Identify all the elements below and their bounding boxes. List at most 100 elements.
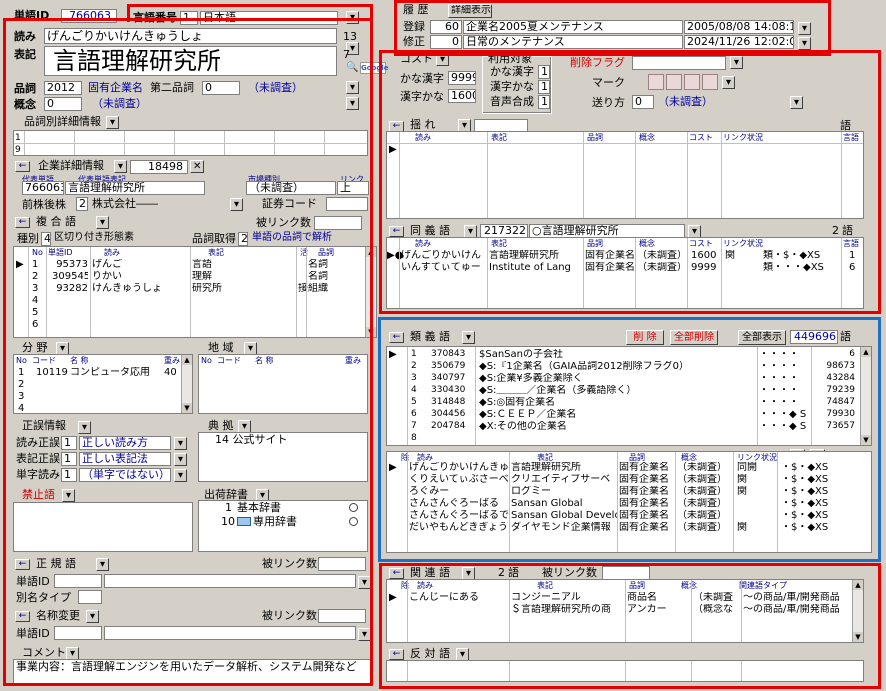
ruigi-row[interactable]: 8: [387, 433, 871, 444]
zengo-dropdown[interactable]: ▾: [230, 198, 243, 211]
compound-dropdown[interactable]: ▾: [96, 216, 109, 229]
ruigi-sub-row[interactable]: さんさんぐろーばるで Sansan Global Develop 固有企業名 （未調査…: [387, 510, 871, 521]
hyoki-input[interactable]: 言語理解研究所: [44, 46, 337, 76]
riyou-value-3[interactable]: 1: [538, 95, 550, 109]
compound-row[interactable]: 2 309545 りかい 理解 名詞: [14, 271, 376, 282]
ruigi-row[interactable]: 4 330430 ◆S:＿＿＿／企業名（多義語除く） ・・・・ 79239: [387, 385, 871, 396]
company-close-button[interactable]: ✕: [190, 160, 205, 173]
doudou-back-arrow[interactable]: ←: [389, 226, 404, 237]
ruigi-sub-row[interactable]: ▶ げんごりかいけんきゅ 言語理解研究所 固有企業名 （未調査） 同開 ・$・◆XS: [387, 462, 871, 473]
shukka-radio-2[interactable]: [349, 517, 358, 526]
history-detail-button[interactable]: 詳細表示: [448, 4, 492, 18]
compound-row[interactable]: 4: [14, 295, 376, 306]
ruigi-row[interactable]: 6 304456 ◆S:ＣＥＥＰ／企業名 ・・・◆ S 79930: [387, 409, 871, 420]
ruigi-sub-row[interactable]: ろぐみー ログミー 固有企業名 （未調査）関・$・◆XS: [387, 486, 871, 497]
shukka-list[interactable]: 1 基本辞書 10 専用辞書: [198, 500, 368, 552]
meisho-id-field[interactable]: [54, 626, 102, 640]
ruigi-show-all-button[interactable]: 全部表示: [738, 330, 786, 345]
ruigi-scrollbar[interactable]: ▲ ▼: [860, 347, 871, 445]
ruigi-row[interactable]: 2 350679 ◆S:『1企業名（GAIA品詞2012削除フラグ0） ・・・・ 986…: [387, 361, 871, 372]
cost-dropdown-button[interactable]: ▾: [436, 53, 449, 66]
yomi-seigo-dropdown[interactable]: ▾: [174, 437, 187, 450]
compound-row[interactable]: 3 93282 けんきゅうしょ 研究所接組織: [14, 283, 376, 294]
compound-row[interactable]: ▶ 1 95373 げんご 言語 名詞: [14, 259, 376, 270]
hyoki-seigo-num[interactable]: 1: [61, 452, 77, 466]
compound-row[interactable]: 6: [14, 319, 376, 330]
chiiki-grid[interactable]: No コード 名 称 重み: [198, 354, 368, 414]
doudou-row[interactable]: ▶● げんごりかいけん 言語理解研究所 固有企業名 （未調査） 1600 関類・$・◆XS 1: [387, 250, 863, 261]
mark-box-1[interactable]: [648, 74, 664, 90]
hinshi-detail-grid[interactable]: 1 9: [13, 130, 368, 156]
yomi-seigo-num[interactable]: 1: [61, 436, 77, 450]
mark-box-4[interactable]: [702, 74, 718, 90]
doudou-row[interactable]: いんすてぃてゅー Institute of Lang 固有企業名 （未調査） 9999 類…: [387, 262, 863, 273]
lang-num-field[interactable]: 1: [180, 11, 198, 25]
google-search-icon[interactable]: Google: [360, 62, 389, 74]
bunya-row[interactable]: 2: [14, 379, 192, 390]
compound-hinshi-num[interactable]: 2: [238, 232, 248, 246]
gainen-dropdown-button[interactable]: ▾: [346, 97, 359, 110]
history-dropdown-2[interactable]: ▾: [798, 37, 811, 50]
shukka-radio-1[interactable]: [349, 503, 358, 512]
comment-textarea[interactable]: 事業内容：言語理解エンジンを用いたデータ解析、システム開発など: [13, 659, 371, 685]
okuri-dropdown[interactable]: ▾: [790, 96, 803, 109]
meisho-name-dropdown[interactable]: ▾: [358, 628, 371, 641]
word-id-field[interactable]: 766063: [61, 9, 117, 23]
kanren-back-arrow[interactable]: ←: [389, 568, 404, 579]
hantai-back-arrow[interactable]: ←: [389, 649, 404, 660]
sakujo-flag-field[interactable]: [632, 56, 726, 70]
seikigo-id-field[interactable]: [54, 574, 102, 588]
ruigi-dropdown[interactable]: ▾: [462, 331, 475, 344]
ruigi-grid[interactable]: ▶ 1 370843 $SanSanの子会社 ・・・・ 6 2 350679 ◆S:『1企業名…: [386, 346, 872, 446]
kanji-kana-cost[interactable]: 1600: [448, 89, 476, 103]
riyou-value-1[interactable]: 1: [538, 65, 550, 79]
history-dropdown-1[interactable]: ▾: [798, 22, 811, 35]
hinshi-detail-dropdown[interactable]: ▾: [106, 116, 119, 129]
seikigo-back-arrow[interactable]: ←: [15, 559, 30, 570]
ruigi-delete-button[interactable]: 削 除: [626, 330, 664, 345]
ruigi-delete-all-button[interactable]: 全部削除: [670, 330, 718, 345]
hinshi-num-field[interactable]: 2012: [44, 81, 82, 95]
lang-dropdown-button[interactable]: ▾: [346, 11, 359, 24]
bunya-row[interactable]: 3: [14, 391, 192, 402]
second-hinshi-num-field[interactable]: 0: [202, 81, 240, 95]
kana-kanji-cost[interactable]: 9999: [448, 71, 476, 85]
ruigi-sub-row[interactable]: だいやもんどきぎょう ダイヤモンド企業情報 固有企業名 （未調査）関・$・◆XS: [387, 522, 871, 533]
seikigo-dropdown[interactable]: ▾: [96, 558, 109, 571]
ruigi-row[interactable]: ▶ 1 370843 $SanSanの子会社 ・・・・ 6: [387, 349, 871, 360]
ruigi-row[interactable]: 5 314848 ◆S:◎固有企業名 ・・・・ 74847: [387, 397, 871, 408]
magnifier-icon[interactable]: 🔍: [346, 62, 358, 74]
compound-kind-num[interactable]: 4: [41, 232, 51, 246]
mark-box-2[interactable]: [666, 74, 682, 90]
tanji-yomi-num[interactable]: 1: [61, 468, 77, 482]
bunya-scrollbar[interactable]: ▲ ▼: [181, 355, 192, 413]
company-dropdown[interactable]: ▾: [114, 160, 127, 173]
ruigi-back-arrow[interactable]: ←: [389, 332, 404, 343]
gainen-num-field[interactable]: 0: [44, 97, 82, 111]
securities-code-field[interactable]: [326, 197, 368, 211]
ruigi-row[interactable]: 7 204784 ◆X:その他の企業名 ・・・◆ S 73657: [387, 421, 871, 432]
compound-grid[interactable]: No 単語ID 読み 表記 活 品詞 ▶ 1 95373 げんご 言語 名詞 2 30954…: [13, 246, 377, 338]
meisho-dropdown[interactable]: ▾: [86, 610, 99, 623]
bunya-row[interactable]: 4: [14, 403, 192, 413]
riyou-value-2[interactable]: 1: [538, 80, 550, 94]
yomi-input[interactable]: げんごりかいけんきゅうしょ: [44, 28, 337, 44]
doudou-grid[interactable]: 読み 表記 品詞 概念 コスト リンク状況 言語 ▶● げんごりかいけん 言語理解研…: [386, 237, 864, 309]
hantai-grid[interactable]: [386, 660, 864, 682]
hyoki-seigo-dropdown[interactable]: ▾: [174, 453, 187, 466]
kanren-scrollbar[interactable]: ▲ ▼: [852, 580, 863, 642]
ruigi-row[interactable]: 3 340797 ◆S:企業¥多義企業除く ・・・・ 43284: [387, 373, 871, 384]
okuri-num-field[interactable]: 0: [632, 95, 654, 109]
kinshi-dropdown[interactable]: ▾: [62, 489, 75, 502]
ruigi-sub-grid[interactable]: 除 読み 表記 品詞 概念 リンク状況 ▶ げんごりかいけんきゅ 言語理解研究所 固有…: [386, 451, 872, 553]
tanji-yomi-dropdown[interactable]: ▾: [174, 469, 187, 482]
compound-row[interactable]: 5: [14, 307, 376, 318]
compound-scrollbar[interactable]: ▲ ▼: [365, 247, 376, 337]
seikigo-name-dropdown[interactable]: ▾: [358, 576, 371, 589]
kinshi-list[interactable]: [13, 502, 193, 552]
tenkyo-list[interactable]: 14 公式サイト: [198, 432, 368, 482]
seikai-dropdown[interactable]: ▾: [78, 421, 91, 434]
yure-grid[interactable]: 読み 表記 品詞 概念 コスト リンク状況 言語 ▶: [386, 131, 864, 219]
meisho-back-arrow[interactable]: ←: [15, 611, 30, 622]
ruigi-sub-row[interactable]: さんさんぐろーばる Sansan Global 固有企業名 （未調査） ・$・◆XS: [387, 498, 871, 509]
